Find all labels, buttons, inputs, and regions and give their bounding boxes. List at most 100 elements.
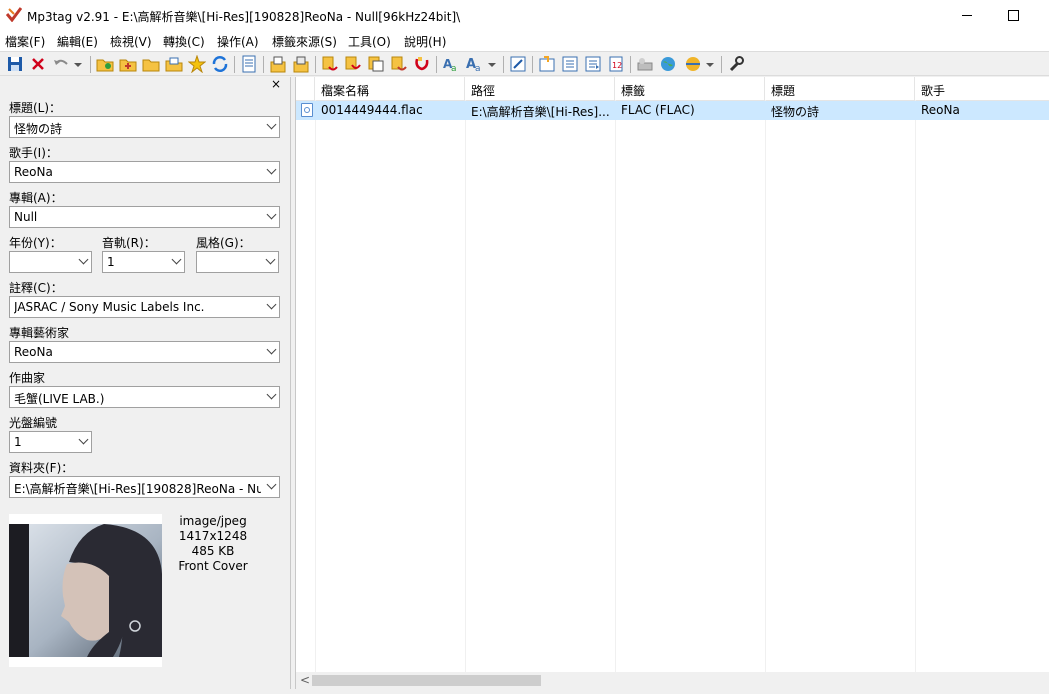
menu-view[interactable]: 檢視(V)	[110, 33, 152, 50]
chevron-down-icon[interactable]	[266, 164, 277, 175]
composer-value: 毛蟹(LIVE LAB.)	[14, 392, 105, 406]
disc-field[interactable]: 1	[9, 431, 92, 453]
directory-field[interactable]: E:\高解析音樂\[Hi-Res][190828]ReoNa - Nul	[9, 476, 280, 498]
album-field[interactable]: Null	[9, 206, 280, 228]
cover-art[interactable]	[9, 514, 162, 667]
chevron-down-icon[interactable]	[266, 344, 277, 355]
col-path-header[interactable]: 路徑	[465, 77, 615, 100]
directory-value: E:\高解析音樂\[Hi-Res][190828]ReoNa - Nul	[14, 482, 261, 496]
toolbar: Aa Aa 12	[0, 51, 1049, 76]
globe-icon[interactable]	[659, 55, 677, 73]
cover-dimensions: 1417x1248	[178, 529, 248, 543]
chevron-down-icon[interactable]	[265, 254, 276, 265]
settings-icon[interactable]	[727, 55, 745, 73]
actions-icon[interactable]: Aa	[442, 55, 460, 73]
tag-tag-icon[interactable]	[390, 55, 408, 73]
cover-size: 485 KB	[191, 544, 235, 558]
paste-tag-icon[interactable]	[292, 55, 310, 73]
menu-help[interactable]: 說明(H)	[404, 33, 446, 50]
remove-tag-icon[interactable]	[29, 55, 47, 73]
chevron-down-icon[interactable]	[171, 254, 182, 265]
open-folder-icon[interactable]	[142, 55, 160, 73]
chevron-down-icon[interactable]	[266, 119, 277, 130]
edit-icon[interactable]	[509, 55, 527, 73]
chevron-down-icon[interactable]	[266, 299, 277, 310]
menu-convert[interactable]: 轉換(C)	[163, 33, 205, 50]
column-divider	[915, 100, 916, 673]
chevron-down-icon[interactable]	[78, 434, 89, 445]
save-icon[interactable]	[6, 55, 24, 73]
undo-icon[interactable]	[52, 55, 70, 73]
genre-field[interactable]	[196, 251, 279, 273]
app-logo-icon	[6, 7, 22, 22]
svg-text:12: 12	[612, 61, 622, 70]
refresh-icon[interactable]	[211, 55, 229, 73]
maximize-button[interactable]	[990, 0, 1036, 30]
menu-actions[interactable]: 操作(A)	[217, 33, 259, 50]
album-label: 專輯(A)：	[9, 191, 63, 205]
number-icon[interactable]	[584, 55, 602, 73]
track-field[interactable]: 1	[102, 251, 185, 273]
favorite-icon[interactable]	[188, 55, 206, 73]
album-artist-label: 專輯藝術家	[9, 326, 70, 340]
chevron-down-icon[interactable]	[266, 209, 277, 220]
scrollbar-thumb[interactable]	[312, 675, 541, 686]
filename-tag-icon[interactable]	[344, 55, 362, 73]
undo-dropdown-icon[interactable]	[72, 55, 84, 73]
minimize-button[interactable]	[944, 0, 990, 30]
close-icon[interactable]: ×	[271, 77, 281, 91]
track-label: 音軌(R)：	[102, 236, 156, 250]
open-playlist-icon[interactable]	[165, 55, 183, 73]
artist-value: ReoNa	[14, 165, 53, 179]
case-conversion-icon[interactable]	[413, 55, 431, 73]
freedb-icon[interactable]: 12	[607, 55, 625, 73]
menu-edit[interactable]: 編輯(E)	[57, 33, 98, 50]
col-title-header[interactable]: 標題	[765, 77, 915, 100]
tag-panel: × 標題(L)： 怪物の詩 歌手(I)： ReoNa 專輯(A)： Null 年…	[0, 77, 291, 689]
sort-icon[interactable]	[538, 55, 556, 73]
horizontal-scrollbar[interactable]: <	[296, 672, 1049, 689]
format-dropdown-icon[interactable]	[486, 55, 498, 73]
menu-tag-sources[interactable]: 標籤來源(S)	[272, 33, 337, 50]
change-dir-icon[interactable]	[96, 55, 114, 73]
toolbar-separator	[436, 56, 437, 73]
menu-tools[interactable]: 工具(O)	[348, 33, 391, 50]
table-row[interactable]: 0014449444.flac E:\高解析音樂\[Hi-Res]... FLA…	[296, 101, 1049, 120]
col-path-label: 路徑	[471, 84, 496, 98]
composer-field[interactable]: 毛蟹(LIVE LAB.)	[9, 386, 280, 408]
artist-field[interactable]: ReoNa	[9, 161, 280, 183]
col-icon-header[interactable]	[296, 77, 315, 100]
copy-tag-icon[interactable]	[269, 55, 287, 73]
comment-field[interactable]: JASRAC / Sony Music Labels Inc.	[9, 296, 280, 318]
chevron-down-icon[interactable]	[266, 479, 277, 490]
tag-filename-icon[interactable]	[321, 55, 339, 73]
sort-ascending-icon: ^	[321, 82, 332, 96]
menu-file[interactable]: 檔案(F)	[5, 33, 45, 50]
title-field[interactable]: 怪物の詩	[9, 116, 280, 138]
col-filename-header[interactable]: 檔案名稱 ^	[315, 77, 465, 100]
toolbar-separator	[234, 56, 235, 73]
add-dir-icon[interactable]	[119, 55, 137, 73]
scroll-left-icon[interactable]: <	[300, 673, 310, 687]
format-icon[interactable]: Aa	[465, 55, 483, 73]
playlist-icon[interactable]	[561, 55, 579, 73]
col-artist-header[interactable]: 歌手	[915, 77, 1049, 100]
col-tag-label: 標籤	[621, 84, 646, 98]
globe-dropdown-icon[interactable]	[684, 55, 702, 73]
col-title-label: 標題	[771, 84, 796, 98]
web-dropdown-icon[interactable]	[704, 55, 716, 73]
status-bar	[0, 689, 1049, 694]
export-icon[interactable]	[240, 55, 258, 73]
text-tag-icon[interactable]	[367, 55, 385, 73]
chevron-down-icon[interactable]	[78, 254, 89, 265]
year-field[interactable]	[9, 251, 92, 273]
album-artist-field[interactable]: ReoNa	[9, 341, 280, 363]
flac-file-icon	[301, 103, 313, 117]
chevron-down-icon[interactable]	[266, 389, 277, 400]
web-source-icon[interactable]	[636, 55, 654, 73]
comment-label: 註釋(C)：	[9, 281, 63, 295]
year-label: 年份(Y)：	[9, 236, 62, 250]
toolbar-separator	[532, 56, 533, 73]
artist-label: 歌手(I)：	[9, 146, 58, 160]
col-tag-header[interactable]: 標籤	[615, 77, 765, 100]
